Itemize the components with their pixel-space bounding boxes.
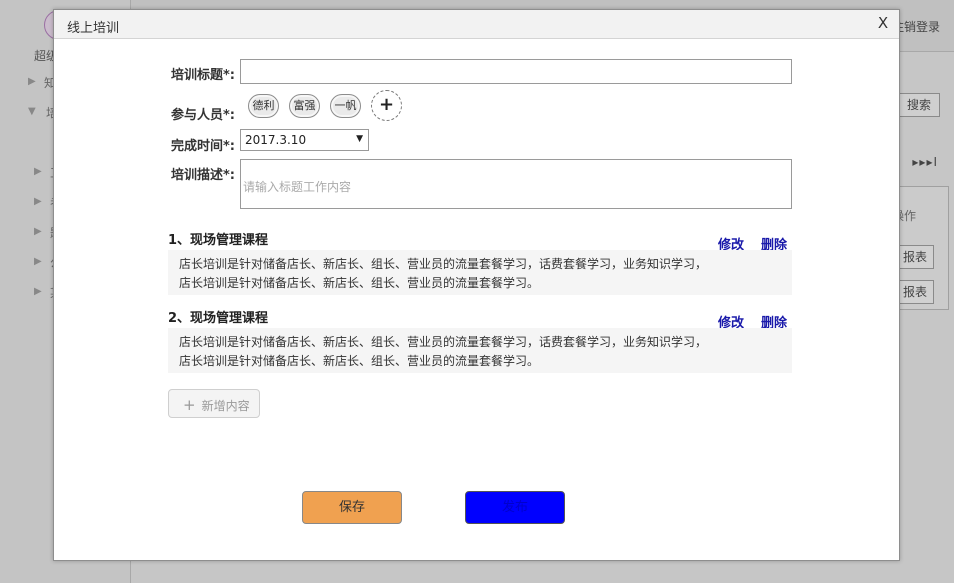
deadline-select[interactable]: 2017.3.10 ▼: [240, 129, 369, 151]
add-content-button[interactable]: + 新增内容: [168, 389, 260, 418]
save-button[interactable]: 保存: [302, 491, 402, 524]
description-textarea[interactable]: 请输入标题工作内容: [240, 159, 792, 209]
caret-right-icon: ▶: [34, 226, 42, 237]
publish-button[interactable]: 发布: [465, 491, 565, 524]
participants-label: 参与人员*:: [171, 108, 235, 123]
course-description: 店长培训是针对储备店长、新店长、组长、营业员的流量套餐学习，话费套餐学习，业务知…: [168, 328, 792, 373]
participant-chip[interactable]: 一帆: [330, 94, 361, 118]
close-icon[interactable]: X: [875, 14, 891, 34]
description-label: 培训描述*:: [171, 168, 235, 183]
course-title: 1、现场管理课程: [168, 233, 269, 248]
title-label: 培训标题*:: [171, 68, 235, 83]
title-input[interactable]: [240, 59, 792, 84]
caret-right-icon: ▶: [28, 76, 36, 87]
dialog-header: 线上培训 X: [54, 10, 899, 39]
plus-icon: +: [183, 396, 196, 414]
deadline-label: 完成时间*:: [171, 139, 235, 154]
participant-chip[interactable]: 德利: [248, 94, 279, 118]
participant-chip[interactable]: 富强: [289, 94, 320, 118]
dropdown-arrow-icon: ▼: [356, 134, 363, 144]
caret-right-icon: ▶: [34, 166, 42, 177]
course-description: 店长培训是针对储备店长、新店长、组长、营业员的流量套餐学习，话费套餐学习，业务知…: [168, 250, 792, 295]
caret-right-icon: ▶: [34, 286, 42, 297]
course-description-line: 店长培训是针对储备店长、新店长、组长、营业员的流量套餐学习，话费套餐学习，业务知…: [179, 257, 708, 271]
course-description-line: 店长培训是针对储备店长、新店长、组长、营业员的流量套餐学习。: [179, 354, 540, 368]
bg-pager: ▸▸▸I: [912, 155, 938, 169]
course-title: 2、现场管理课程: [168, 311, 269, 326]
course-description-line: 店长培训是针对储备店长、新店长、组长、营业员的流量套餐学习。: [179, 276, 540, 290]
caret-right-icon: ▶: [34, 196, 42, 207]
caret-down-icon: ▼: [28, 106, 36, 117]
deadline-value: 2017.3.10: [245, 133, 307, 147]
training-dialog: 线上培训 X 培训标题*: 参与人员*: 德利 富强 一帆 + 完成时间*: 2…: [53, 9, 900, 561]
add-content-label: 新增内容: [201, 399, 250, 413]
add-participant-button[interactable]: +: [371, 90, 402, 121]
dialog-title: 线上培训: [67, 21, 120, 36]
caret-right-icon: ▶: [34, 256, 42, 267]
course-description-line: 店长培训是针对储备店长、新店长、组长、营业员的流量套餐学习，话费套餐学习，业务知…: [179, 335, 708, 349]
